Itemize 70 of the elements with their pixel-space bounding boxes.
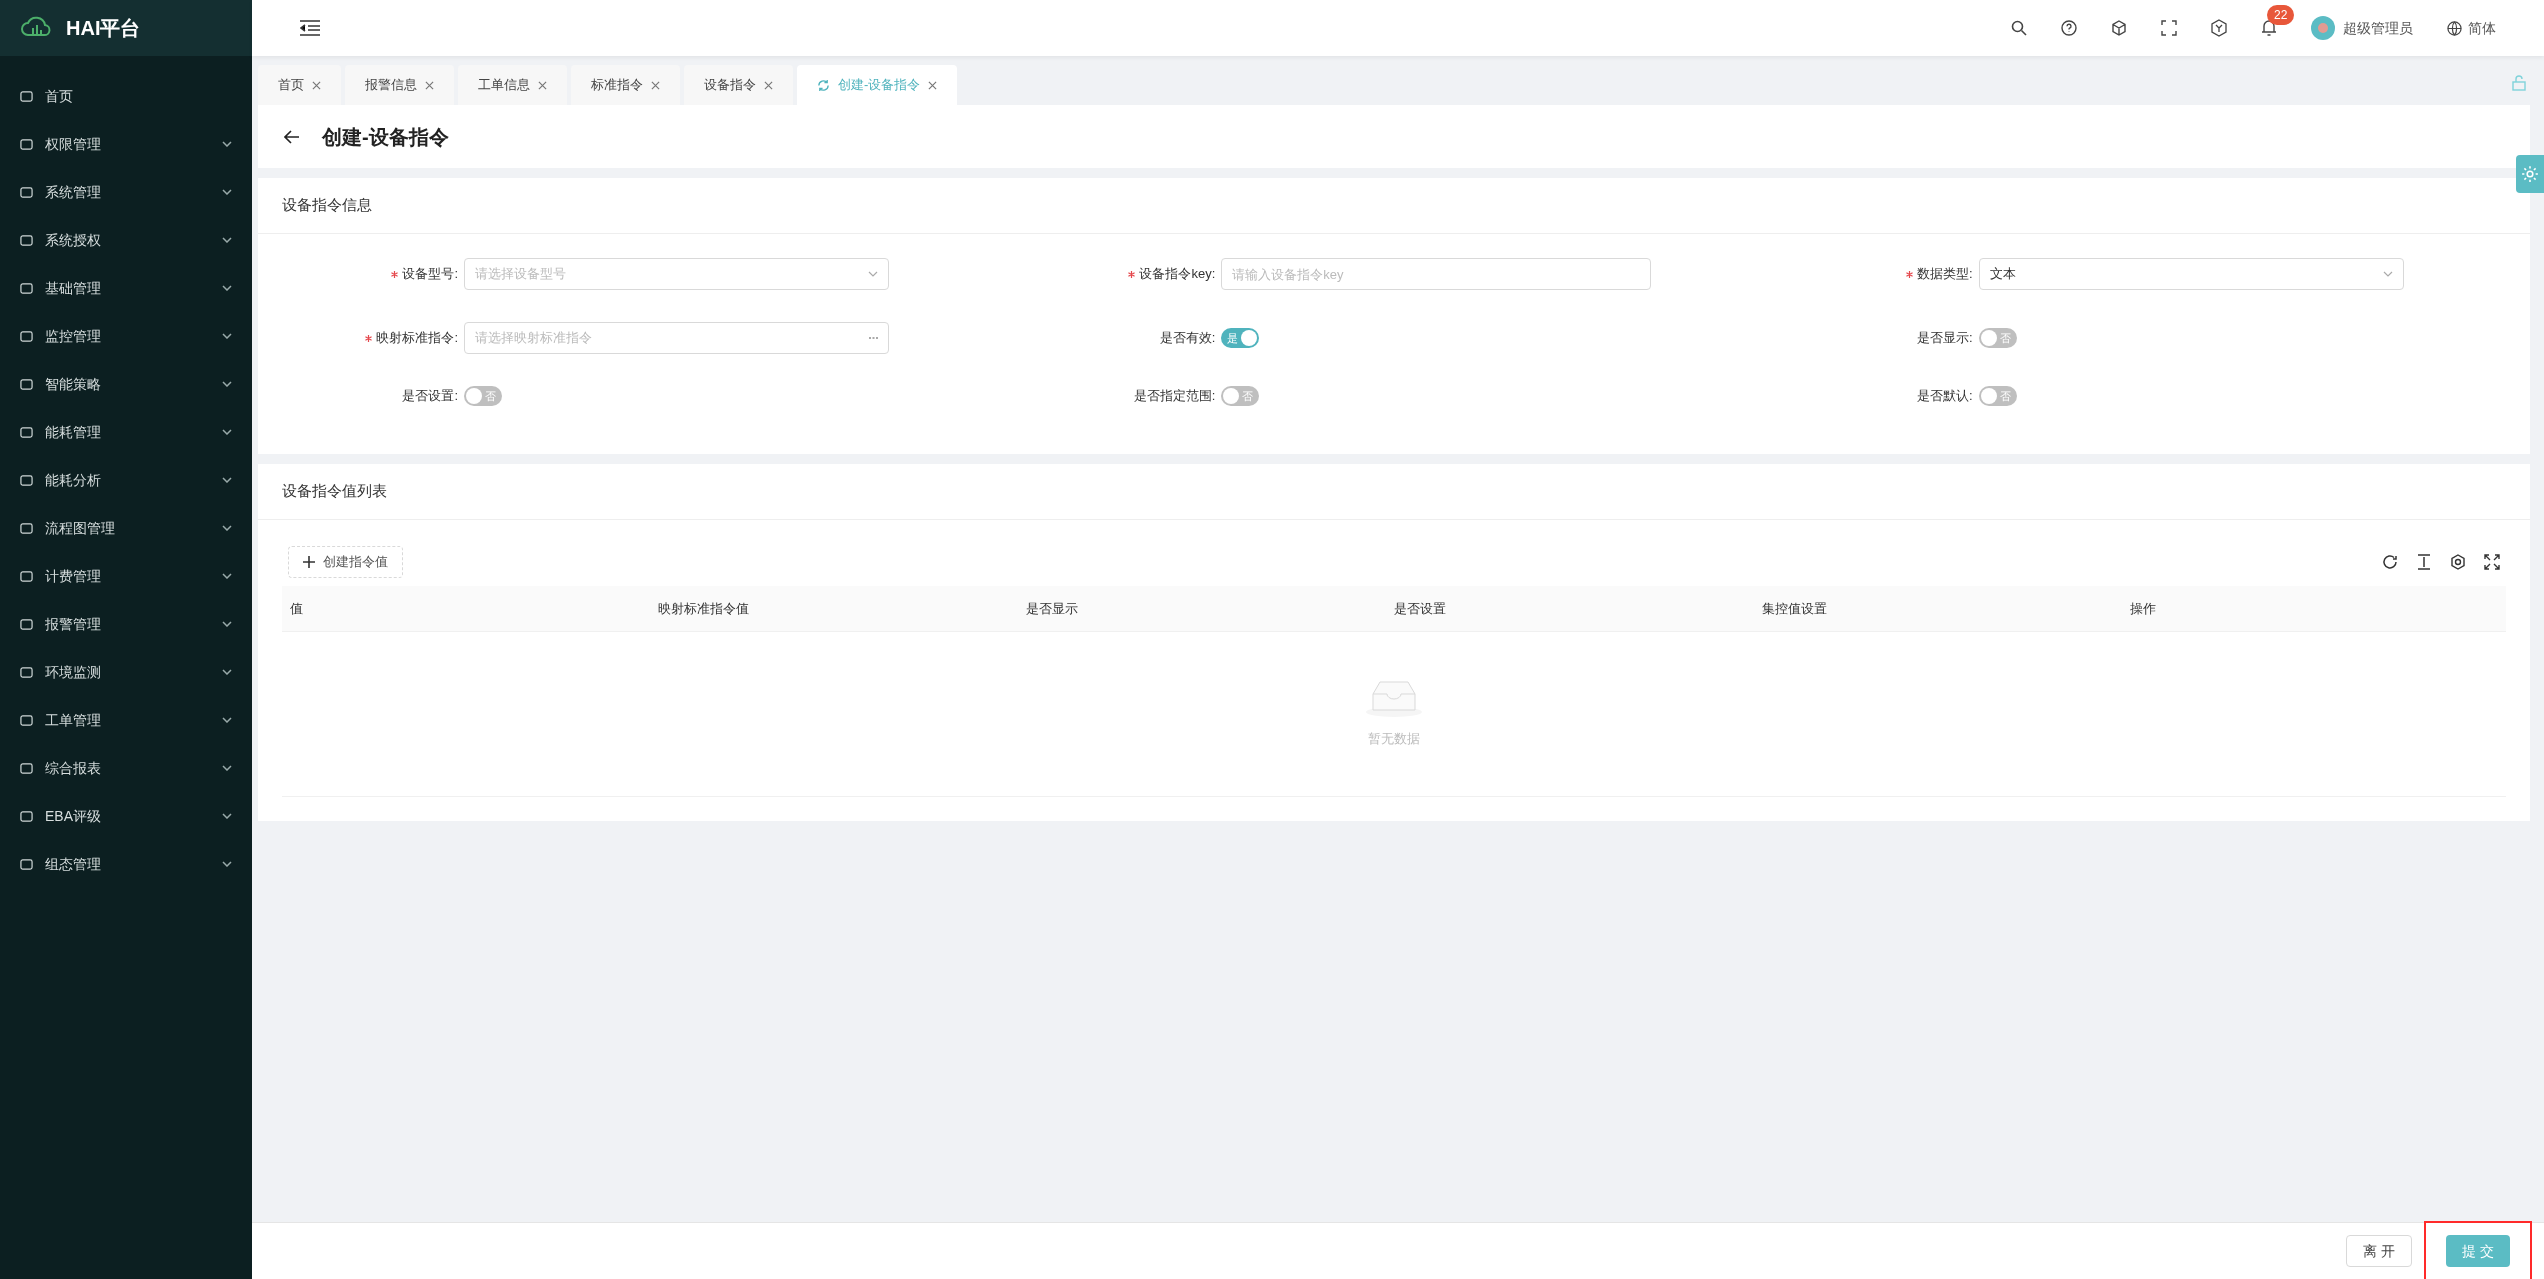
- notification-badge: 22: [2267, 5, 2295, 25]
- page-title: 创建-设备指令: [322, 124, 449, 150]
- hexagon-icon[interactable]: [2211, 19, 2227, 37]
- menu-fold-icon[interactable]: [300, 20, 320, 36]
- column-header: 是否显示: [1026, 599, 1079, 618]
- column-header: 是否设置: [1394, 599, 1447, 618]
- close-icon[interactable]: [764, 80, 773, 90]
- row-height-icon[interactable]: [2416, 554, 2432, 570]
- sidebar-item[interactable]: 能耗管理: [0, 408, 252, 456]
- tab[interactable]: 工单信息: [458, 65, 567, 105]
- close-icon[interactable]: [651, 80, 660, 90]
- sidebar-item[interactable]: 系统管理: [0, 168, 252, 216]
- sidebar-item[interactable]: 系统授权: [0, 216, 252, 264]
- sidebar-item[interactable]: EBA评级: [0, 792, 252, 840]
- field-label: 数据类型:: [1917, 265, 1973, 284]
- column-header: 操作: [2130, 599, 2157, 618]
- globe-icon[interactable]: [2447, 20, 2462, 36]
- tab[interactable]: 设备指令: [684, 65, 793, 105]
- field-label: 设备指令key:: [1139, 265, 1216, 284]
- sidebar-item[interactable]: 基础管理: [0, 264, 252, 312]
- fullscreen-icon[interactable]: [2484, 554, 2500, 570]
- field-label: 是否默认:: [1917, 387, 1973, 406]
- empty-text: 暂无数据: [1368, 730, 1420, 749]
- back-arrow-icon[interactable]: [284, 129, 300, 144]
- close-icon[interactable]: [312, 80, 321, 90]
- sidebar-item[interactable]: 计费管理: [0, 552, 252, 600]
- field-label: 是否指定范围:: [1133, 387, 1216, 406]
- close-icon[interactable]: [538, 80, 547, 90]
- chevron-down-icon: [868, 271, 878, 277]
- cube-icon[interactable]: [2111, 20, 2127, 36]
- create-value-button[interactable]: 创建指令值: [288, 546, 403, 578]
- field-label: 是否设置:: [402, 387, 458, 406]
- search-icon[interactable]: [2011, 20, 2027, 36]
- bell-icon[interactable]: [2261, 19, 2277, 37]
- sidebar-item[interactable]: 监控管理: [0, 312, 252, 360]
- sidebar-item[interactable]: 能耗分析: [0, 456, 252, 504]
- reload-icon[interactable]: [2382, 554, 2398, 570]
- column-header: 值: [290, 599, 304, 618]
- field-label: 是否显示:: [1917, 329, 1973, 348]
- section-title: 设备指令值列表: [282, 481, 387, 502]
- brand-title: HAI平台: [66, 16, 141, 41]
- field-label: 是否有效:: [1159, 329, 1216, 348]
- sidebar-item[interactable]: 工单管理: [0, 696, 252, 744]
- sidebar-item[interactable]: 权限管理: [0, 120, 252, 168]
- sidebar-item[interactable]: 综合报表: [0, 744, 252, 792]
- plus-icon: [303, 556, 315, 568]
- tab[interactable]: 首页: [258, 65, 341, 105]
- section-title: 设备指令信息: [282, 195, 372, 216]
- language-label[interactable]: 简体: [2468, 17, 2496, 39]
- close-icon[interactable]: [928, 80, 938, 90]
- leave-button[interactable]: 离 开: [2346, 1235, 2413, 1267]
- column-header: 集控值设置: [1762, 599, 1828, 618]
- field-label: 设备型号:: [402, 265, 458, 284]
- tab[interactable]: 标准指令: [571, 65, 680, 105]
- field-label: 映射标准指令:: [376, 329, 458, 348]
- sidebar-item[interactable]: 智能策略: [0, 360, 252, 408]
- select-field[interactable]: 文本: [1978, 258, 2404, 290]
- sidebar-item[interactable]: 环境监测: [0, 648, 252, 696]
- input-field[interactable]: 请输入设备指令key: [1221, 258, 1652, 290]
- help-icon[interactable]: [2061, 20, 2077, 36]
- tab[interactable]: 报警信息: [345, 65, 454, 105]
- chevron-down-icon: [2382, 271, 2393, 277]
- sidebar-item[interactable]: 首页: [0, 72, 252, 120]
- sidebar-item[interactable]: 报警管理: [0, 600, 252, 648]
- user-name[interactable]: 超级管理员: [2343, 17, 2413, 39]
- close-icon[interactable]: [425, 80, 434, 90]
- sidebar-item[interactable]: 流程图管理: [0, 504, 252, 552]
- empty-inbox-icon: [1365, 679, 1423, 718]
- sidebar-item[interactable]: 组态管理: [0, 840, 252, 888]
- column-header: 映射标准指令值: [658, 599, 750, 618]
